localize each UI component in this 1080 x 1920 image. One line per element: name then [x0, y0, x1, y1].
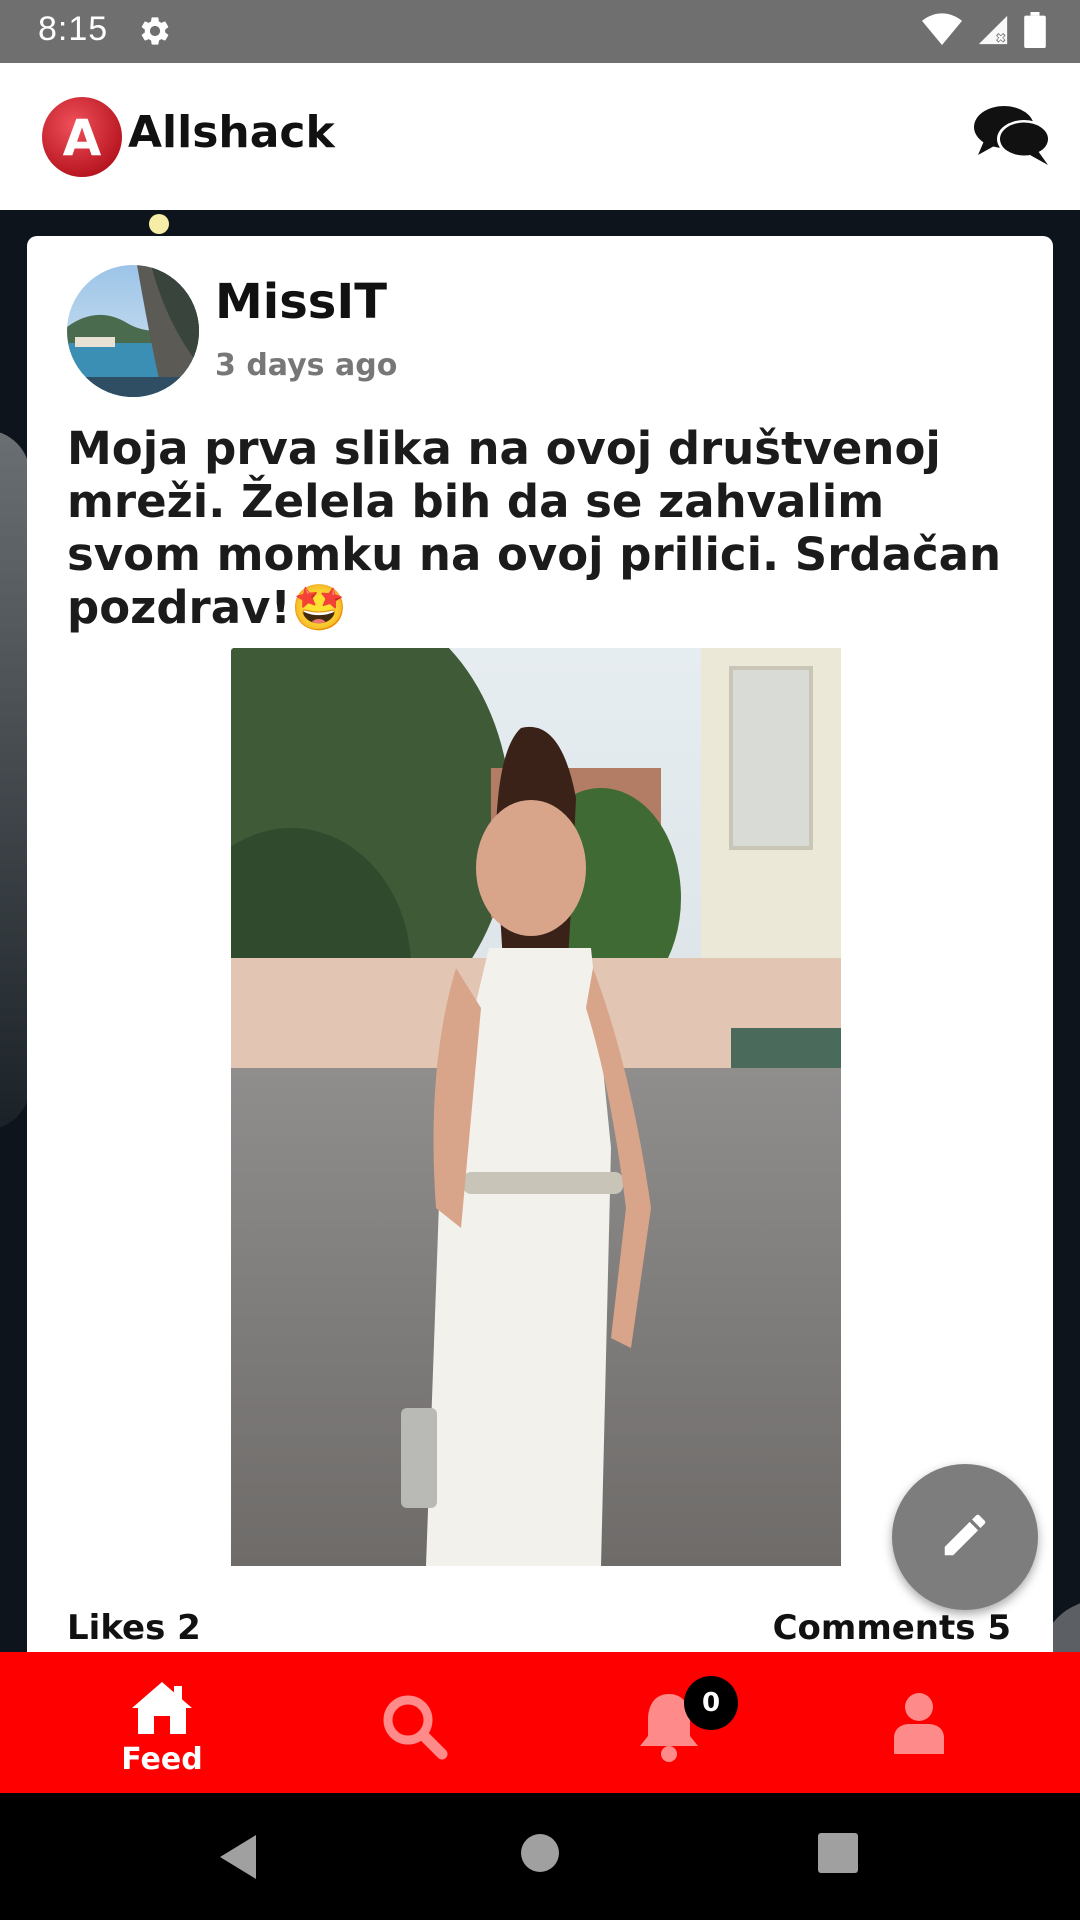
post-text: Moja prva slika na ovoj društvenoj mreži… — [67, 422, 1002, 634]
nav-search[interactable] — [314, 1652, 514, 1793]
create-post-button[interactable] — [892, 1464, 1038, 1610]
avatar[interactable] — [67, 265, 199, 397]
app-title: Allshack — [128, 107, 335, 158]
nav-notifications[interactable]: 0 — [568, 1652, 768, 1793]
gear-icon — [138, 14, 172, 52]
nav-feed[interactable]: Feed — [62, 1652, 262, 1793]
post-card[interactable]: MissIT 3 days ago Moja prva slika na ovo… — [27, 236, 1053, 1652]
notification-badge: 0 — [684, 1676, 738, 1730]
post-image[interactable] — [231, 648, 841, 1566]
back-icon[interactable] — [216, 1833, 260, 1885]
home-button-icon[interactable] — [520, 1833, 560, 1877]
app-header: A Allshack — [0, 63, 1080, 210]
bottom-navigation: Feed 0 — [0, 1652, 1080, 1793]
wifi-icon — [922, 13, 962, 51]
status-bar: 8:15 — [0, 0, 1080, 63]
chat-bubbles-icon[interactable] — [972, 103, 1054, 173]
author-name[interactable]: MissIT — [215, 274, 387, 330]
pencil-icon — [938, 1508, 992, 1566]
battery-icon — [1024, 12, 1046, 52]
post-timestamp: 3 days ago — [215, 348, 398, 383]
nav-profile[interactable] — [818, 1652, 1018, 1793]
decorative-dot — [149, 214, 169, 234]
nav-feed-label: Feed — [121, 1742, 203, 1777]
feed-area[interactable]: MissIT 3 days ago Moja prva slika na ovo… — [0, 210, 1080, 1652]
likes-count[interactable]: Likes 2 — [67, 1608, 201, 1648]
home-icon — [130, 1680, 194, 1740]
background-shape — [0, 430, 30, 1130]
user-icon — [892, 1692, 946, 1758]
recents-icon[interactable] — [818, 1833, 858, 1877]
system-navigation-bar — [0, 1793, 1080, 1920]
signal-icon — [976, 13, 1010, 51]
logo-letter: A — [63, 109, 102, 167]
status-time: 8:15 — [38, 10, 109, 48]
comments-count[interactable]: Comments 5 — [773, 1608, 1011, 1648]
app-logo-icon: A — [42, 97, 122, 181]
search-icon — [380, 1692, 448, 1764]
